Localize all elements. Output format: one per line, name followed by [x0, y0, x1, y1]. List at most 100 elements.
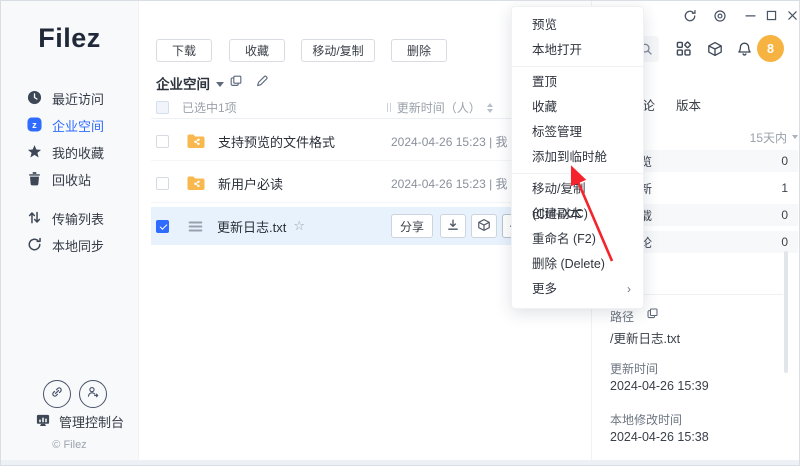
- favorite-button[interactable]: 收藏: [229, 39, 285, 62]
- update-time-label: 更新时间: [610, 360, 658, 377]
- app-window: Filez 最近访问 z 企业空间 我的收藏 回收站 传输列表: [0, 0, 800, 466]
- link-icon: [50, 385, 64, 404]
- file-name[interactable]: 支持预览的文件格式: [218, 132, 335, 151]
- row-checkbox[interactable]: [156, 135, 169, 148]
- cube-icon: [477, 218, 491, 235]
- menu-item-open-locally[interactable]: 本地打开: [512, 38, 643, 63]
- submenu-arrow-icon: ›: [627, 277, 631, 302]
- window-bottom-edge: [1, 460, 799, 465]
- breadcrumb[interactable]: 企业空间: [156, 73, 224, 93]
- enterprise-space-icon: z: [27, 117, 42, 135]
- menu-item-add-to-temp[interactable]: 添加到临时舱: [512, 145, 643, 170]
- menu-divider: [512, 173, 643, 174]
- menu-item-move-copy[interactable]: 移动/复制 (Ctrl+X/C): [512, 177, 643, 202]
- sidebar-item-favorites[interactable]: 我的收藏: [1, 139, 138, 166]
- column-separator[interactable]: [387, 103, 391, 112]
- menu-divider: [512, 66, 643, 67]
- select-all-checkbox[interactable]: [156, 101, 169, 114]
- download-button[interactable]: 下载: [156, 39, 212, 62]
- row-checkbox[interactable]: [156, 177, 169, 190]
- path-label: 路径: [610, 308, 634, 325]
- sort-icon[interactable]: [487, 103, 493, 113]
- trash-icon: [27, 171, 42, 189]
- minimize-button[interactable]: [741, 9, 759, 27]
- maximize-icon: [765, 9, 778, 27]
- close-button[interactable]: [783, 9, 800, 27]
- sidebar-item-transfer-list[interactable]: 传输列表: [1, 205, 138, 232]
- sidebar-item-label: 最近访问: [52, 89, 104, 108]
- refresh-icon: [683, 9, 697, 28]
- context-menu: 预览 本地打开 置顶 收藏 标签管理 添加到临时舱 移动/复制 (Ctrl+X/…: [511, 6, 644, 309]
- file-name[interactable]: 新用户必读: [218, 174, 283, 193]
- menu-item-label: 更多: [532, 282, 557, 296]
- temp-box-button[interactable]: [471, 214, 497, 238]
- admin-console-link[interactable]: 管理控制台: [35, 412, 124, 431]
- star-icon: [27, 144, 42, 162]
- sidebar-item-local-sync[interactable]: 本地同步: [1, 232, 138, 259]
- settings-button[interactable]: [711, 9, 729, 27]
- sidebar-item-label: 我的收藏: [52, 143, 104, 162]
- sidebar-item-label: 传输列表: [52, 209, 104, 228]
- svg-text:z: z: [32, 119, 37, 129]
- menu-item-rename[interactable]: 重命名 (F2): [512, 227, 643, 252]
- stats-period-select[interactable]: 15天内: [750, 129, 787, 146]
- sidebar-item-enterprise-space[interactable]: z 企业空间: [1, 112, 138, 139]
- menu-item-favorite[interactable]: 收藏: [512, 95, 643, 120]
- menu-item-delete[interactable]: 删除 (Delete): [512, 252, 643, 277]
- row-download-button[interactable]: [440, 214, 466, 238]
- file-updated-time: 2024-04-26 15:23 | 我: [391, 175, 508, 192]
- admin-console-label: 管理控制台: [59, 412, 124, 431]
- copy-icon[interactable]: [646, 307, 659, 325]
- menu-item-create-copy[interactable]: 创建副本: [512, 202, 643, 227]
- time-column-header[interactable]: 更新时间（人）: [397, 99, 481, 116]
- copy-path-icon[interactable]: [229, 74, 243, 93]
- file-name[interactable]: 更新日志.txt: [217, 217, 286, 236]
- row-checkbox-checked[interactable]: [156, 220, 169, 233]
- sidebar-nav: 最近访问 z 企业空间 我的收藏 回收站 传输列表 本地同步: [1, 85, 138, 259]
- maximize-button[interactable]: [762, 9, 780, 27]
- sidebar-group-gap: [1, 193, 138, 205]
- sidebar-item-recent[interactable]: 最近访问: [1, 85, 138, 112]
- stats-value: 0: [781, 235, 788, 249]
- file-updated-time: 2024-04-26 15:23 | 我: [391, 133, 508, 150]
- gear-icon: [713, 9, 727, 28]
- invite-user-button[interactable]: [79, 380, 107, 408]
- move-copy-button[interactable]: 移动/复制: [301, 39, 375, 62]
- avatar-text: 8: [767, 42, 774, 56]
- sidebar-item-label: 回收站: [52, 170, 91, 189]
- stats-value: 0: [781, 154, 788, 168]
- menu-item-pin[interactable]: 置顶: [512, 70, 643, 95]
- close-icon: [786, 9, 799, 27]
- sidebar-item-trash[interactable]: 回收站: [1, 166, 138, 193]
- stats-value: 1: [781, 181, 788, 195]
- panel-scrollbar[interactable]: [784, 251, 788, 373]
- delete-button[interactable]: 删除: [391, 39, 447, 62]
- chevron-down-icon: [216, 82, 224, 87]
- sidebar: Filez 最近访问 z 企业空间 我的收藏 回收站 传输列表: [1, 1, 139, 465]
- star-outline-icon[interactable]: ☆: [293, 218, 305, 234]
- menu-item-preview[interactable]: 预览: [512, 13, 643, 38]
- menu-item-more[interactable]: 更多 ›: [512, 277, 643, 302]
- share-link-button[interactable]: [43, 380, 71, 408]
- shared-folder-icon: [186, 175, 206, 192]
- download-icon: [446, 218, 460, 235]
- update-time-value: 2024-04-26 15:39: [610, 379, 709, 393]
- selected-count-label: 已选中1项: [182, 99, 237, 116]
- temp-cube-icon[interactable]: [707, 41, 723, 62]
- apps-grid-icon[interactable]: [676, 41, 692, 62]
- person-add-icon: [86, 385, 100, 404]
- edit-icon[interactable]: [255, 74, 269, 93]
- sidebar-item-label: 企业空间: [52, 116, 104, 135]
- refresh-button[interactable]: [681, 9, 699, 27]
- path-value: /更新日志.txt: [610, 328, 680, 347]
- menu-item-tag-management[interactable]: 标签管理: [512, 120, 643, 145]
- avatar[interactable]: 8: [757, 35, 784, 62]
- transfer-icon: [27, 210, 42, 228]
- breadcrumb-label: 企业空间: [156, 73, 210, 93]
- local-modified-value: 2024-04-26 15:38: [610, 430, 709, 444]
- share-button[interactable]: 分享: [391, 214, 433, 238]
- tab-versions[interactable]: 版本: [676, 95, 701, 114]
- sync-icon: [27, 237, 42, 255]
- console-icon: [35, 413, 51, 431]
- bell-icon[interactable]: [737, 41, 752, 62]
